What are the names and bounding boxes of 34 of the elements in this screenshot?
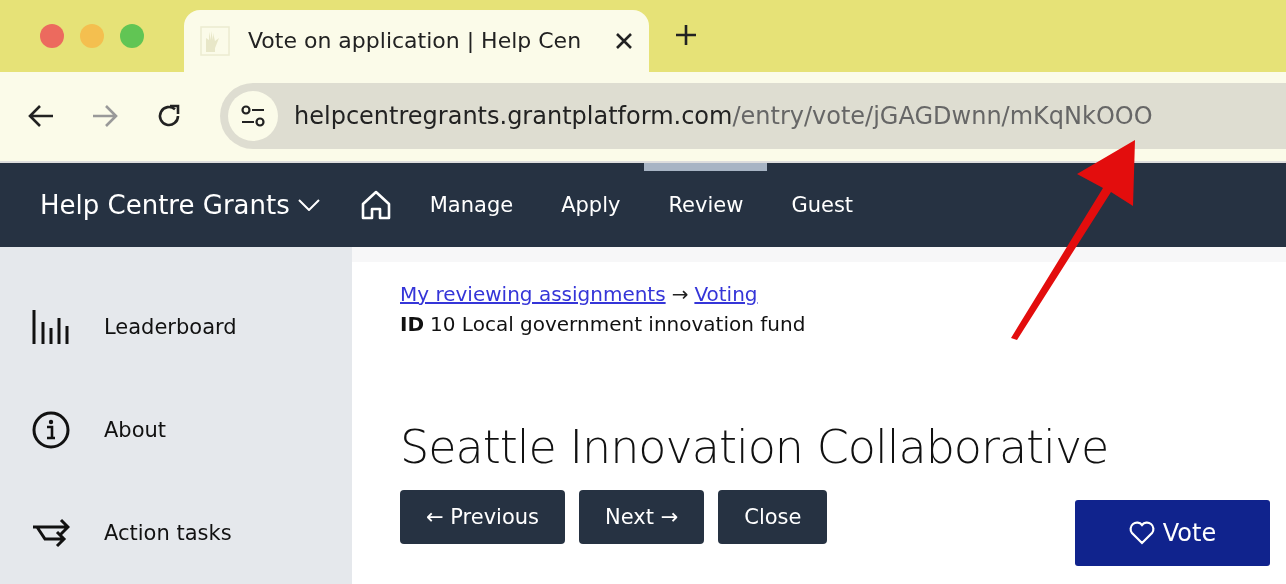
url-host: helpcentregrants.grantplatform.com <box>294 102 733 131</box>
id-label: ID <box>400 312 425 336</box>
nav-button[interactable]: ← Previous <box>400 490 566 544</box>
browser-tab[interactable]: Vote on application | Help Cen <box>184 9 649 72</box>
nav-link[interactable]: Manage <box>405 163 538 247</box>
nav-button[interactable]: Close <box>718 490 828 544</box>
close-icon[interactable] <box>615 31 633 50</box>
sidebar-item[interactable]: About <box>0 378 352 481</box>
site-settings-button[interactable] <box>228 91 278 142</box>
nav-link[interactable]: Apply <box>537 163 645 247</box>
tab-title: Vote on application | Help Cen <box>248 28 583 54</box>
bar-chart-icon <box>32 309 70 344</box>
nav-link[interactable]: Guest <box>767 163 878 247</box>
vote-button[interactable]: Vote <box>1075 500 1270 566</box>
breadcrumb-link[interactable]: Voting <box>694 282 758 306</box>
new-tab-icon[interactable] <box>675 24 697 47</box>
nav-button[interactable]: Next → <box>579 490 705 544</box>
breadcrumb-separator: → <box>671 282 689 306</box>
brand-name[interactable]: Help Centre Grants <box>40 190 290 220</box>
sidebar-item[interactable]: Action tasks <box>0 481 352 584</box>
application-title: Seattle Innovation Collaborative <box>400 420 1110 474</box>
back-icon[interactable] <box>28 104 54 129</box>
heart-icon <box>1128 521 1155 545</box>
breadcrumb-link[interactable]: My reviewing assignments <box>400 282 666 306</box>
entry-name: 10 Local government innovation fund <box>430 312 806 336</box>
sliders-icon <box>240 104 266 129</box>
forward-icon[interactable] <box>92 104 118 129</box>
url-path: /entry/vote/jGAGDwnn/mKqNkOOO <box>732 102 1153 131</box>
chevron-down-icon[interactable] <box>297 199 320 211</box>
favicon-icon <box>200 25 230 56</box>
home-icon[interactable] <box>359 189 392 221</box>
address-bar[interactable]: helpcentregrants.grantplatform.com/entry/vote/jGAGDwnn/mKqNkOOO <box>220 83 1286 150</box>
info-icon <box>32 410 70 449</box>
sidebar-item[interactable]: Leaderboard <box>0 275 352 378</box>
